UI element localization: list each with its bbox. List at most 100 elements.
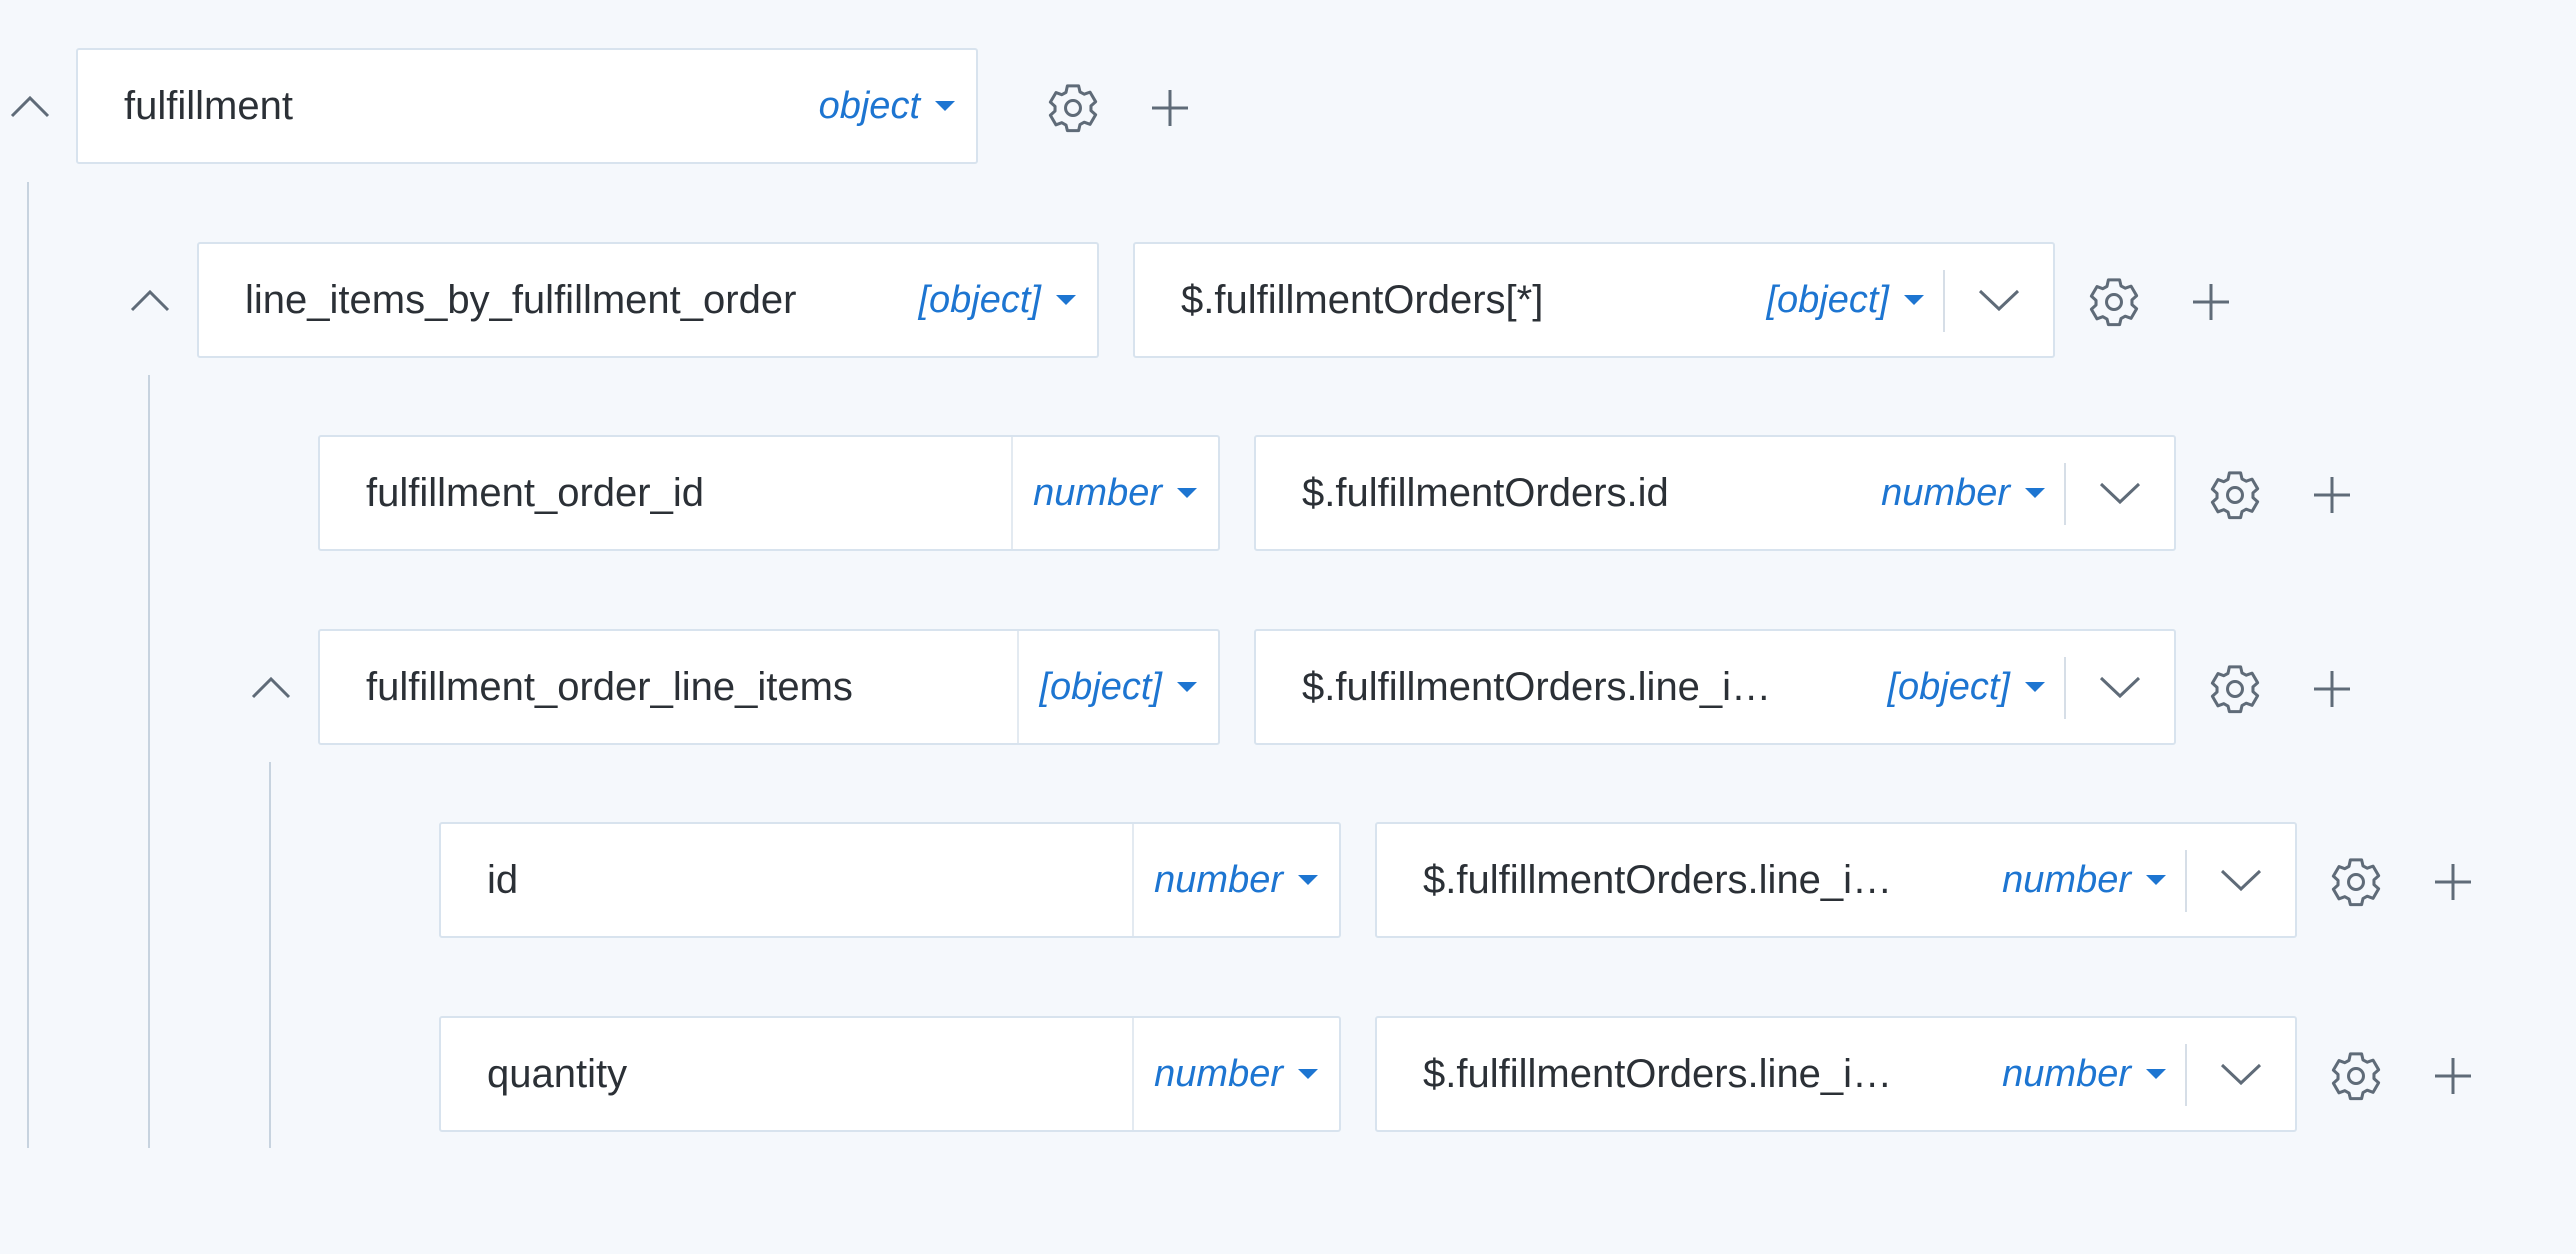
field-name-box[interactable]: line_items_by_fulfillment_order [object] (197, 242, 1099, 358)
add-field-button[interactable] (2425, 1048, 2481, 1104)
chevron-down-icon (2220, 869, 2262, 892)
plus-icon (2314, 671, 2350, 707)
source-path: $.fulfillmentOrders[*] (1181, 278, 1544, 322)
settings-button[interactable] (2328, 854, 2384, 910)
plus-icon (2193, 284, 2229, 320)
divider (1943, 270, 1945, 332)
field-name-box[interactable]: fulfillment_order_line_items [object] (318, 629, 1220, 745)
source-expand-button[interactable] (1949, 244, 2049, 356)
source-type-label: [object] (1887, 665, 2010, 708)
add-field-button[interactable] (2304, 467, 2360, 523)
divider (2064, 657, 2066, 719)
source-path-box[interactable]: $.fulfillmentOrders[*] [object] (1133, 242, 2055, 358)
collapse-toggle[interactable] (130, 280, 170, 320)
source-type-label: [object] (1766, 278, 1889, 321)
gear-icon (2331, 1052, 2381, 1101)
source-path-box[interactable]: $.fulfillmentOrders.line_i… number (1375, 822, 2297, 938)
source-expand-button[interactable] (2070, 437, 2170, 549)
schema-row-fulfillment-order-line-items: fulfillment_order_line_items [object] $.… (0, 629, 2400, 745)
field-type-label: number (1154, 1052, 1283, 1095)
source-type-label: number (1881, 471, 2010, 514)
source-path: $.fulfillmentOrders.line_i… (1423, 858, 1893, 902)
schema-row-fulfillment: fulfillment object (0, 48, 1200, 164)
add-field-button[interactable] (2304, 661, 2360, 717)
source-type-dropdown[interactable]: number (2002, 824, 2167, 936)
field-name: quantity (487, 1052, 628, 1096)
caret-down-icon (1298, 875, 1318, 885)
field-type-label: [object] (1039, 665, 1162, 708)
field-name-box[interactable]: id number (439, 822, 1341, 938)
chevron-up-icon (10, 95, 50, 118)
field-name: line_items_by_fulfillment_order (245, 278, 797, 322)
gear-icon (1048, 84, 1098, 133)
settings-button[interactable] (2207, 467, 2263, 523)
caret-down-icon (2025, 682, 2045, 692)
field-type-label: object (818, 84, 920, 127)
caret-down-icon (2025, 488, 2045, 498)
field-name: fulfillment (124, 84, 293, 128)
source-path: $.fulfillmentOrders.id (1302, 471, 1669, 515)
field-name-box[interactable]: quantity number (439, 1016, 1341, 1132)
schema-row-fulfillment-order-id: fulfillment_order_id number $.fulfillmen… (0, 435, 2400, 551)
schema-row-line-items-by-fulfillment-order: line_items_by_fulfillment_order [object]… (0, 242, 2300, 358)
field-type-dropdown[interactable]: number (1132, 824, 1319, 936)
divider (2185, 850, 2187, 912)
caret-down-icon (1298, 1069, 1318, 1079)
caret-down-icon (2146, 875, 2166, 885)
divider (2064, 463, 2066, 525)
collapse-toggle[interactable] (10, 86, 50, 126)
chevron-down-icon (2099, 482, 2141, 505)
field-type-dropdown[interactable]: number (1011, 437, 1198, 549)
gear-icon (2210, 665, 2260, 714)
gear-icon (2331, 858, 2381, 907)
caret-down-icon (1904, 295, 1924, 305)
plus-icon (2435, 1058, 2471, 1094)
field-type-label: [object] (918, 278, 1041, 321)
field-name-box[interactable]: fulfillment_order_id number (318, 435, 1220, 551)
add-field-button[interactable] (1142, 80, 1198, 136)
source-path-box[interactable]: $.fulfillmentOrders.line_i… [object] (1254, 629, 2176, 745)
schema-row-quantity: quantity number $.fulfillmentOrders.line… (0, 1016, 2520, 1132)
field-type-dropdown[interactable]: object (819, 50, 956, 162)
caret-down-icon (1177, 682, 1197, 692)
gear-icon (2210, 471, 2260, 520)
source-path-box[interactable]: $.fulfillmentOrders.id number (1254, 435, 2176, 551)
source-path: $.fulfillmentOrders.line_i… (1302, 665, 1772, 709)
source-path-box[interactable]: $.fulfillmentOrders.line_i… number (1375, 1016, 2297, 1132)
source-type-dropdown[interactable]: [object] (1766, 244, 1925, 356)
field-type-label: number (1033, 471, 1162, 514)
field-name: fulfillment_order_line_items (366, 665, 853, 709)
source-type-dropdown[interactable]: [object] (1887, 631, 2046, 743)
caret-down-icon (1056, 295, 1076, 305)
caret-down-icon (2146, 1069, 2166, 1079)
field-name: fulfillment_order_id (366, 471, 704, 515)
chevron-down-icon (2220, 1063, 2262, 1086)
settings-button[interactable] (2207, 661, 2263, 717)
chevron-up-icon (130, 289, 170, 312)
settings-button[interactable] (1045, 80, 1101, 136)
field-type-label: number (1154, 858, 1283, 901)
chevron-up-icon (251, 676, 291, 699)
field-type-dropdown[interactable]: [object] (1017, 631, 1198, 743)
settings-button[interactable] (2086, 274, 2142, 330)
source-expand-button[interactable] (2191, 1018, 2291, 1130)
source-type-label: number (2002, 1052, 2131, 1095)
chevron-down-icon (2099, 676, 2141, 699)
collapse-toggle[interactable] (251, 667, 291, 707)
source-expand-button[interactable] (2070, 631, 2170, 743)
source-path: $.fulfillmentOrders.line_i… (1423, 1052, 1893, 1096)
source-expand-button[interactable] (2191, 824, 2291, 936)
field-name-box[interactable]: fulfillment object (76, 48, 978, 164)
add-field-button[interactable] (2183, 274, 2239, 330)
plus-icon (1152, 90, 1188, 126)
field-type-dropdown[interactable]: number (1132, 1018, 1319, 1130)
source-type-dropdown[interactable]: number (1881, 437, 2046, 549)
gear-icon (2089, 278, 2139, 327)
field-type-dropdown[interactable]: [object] (918, 244, 1077, 356)
chevron-down-icon (1978, 289, 2020, 312)
divider (2185, 1044, 2187, 1106)
add-field-button[interactable] (2425, 854, 2481, 910)
settings-button[interactable] (2328, 1048, 2384, 1104)
plus-icon (2435, 864, 2471, 900)
source-type-dropdown[interactable]: number (2002, 1018, 2167, 1130)
